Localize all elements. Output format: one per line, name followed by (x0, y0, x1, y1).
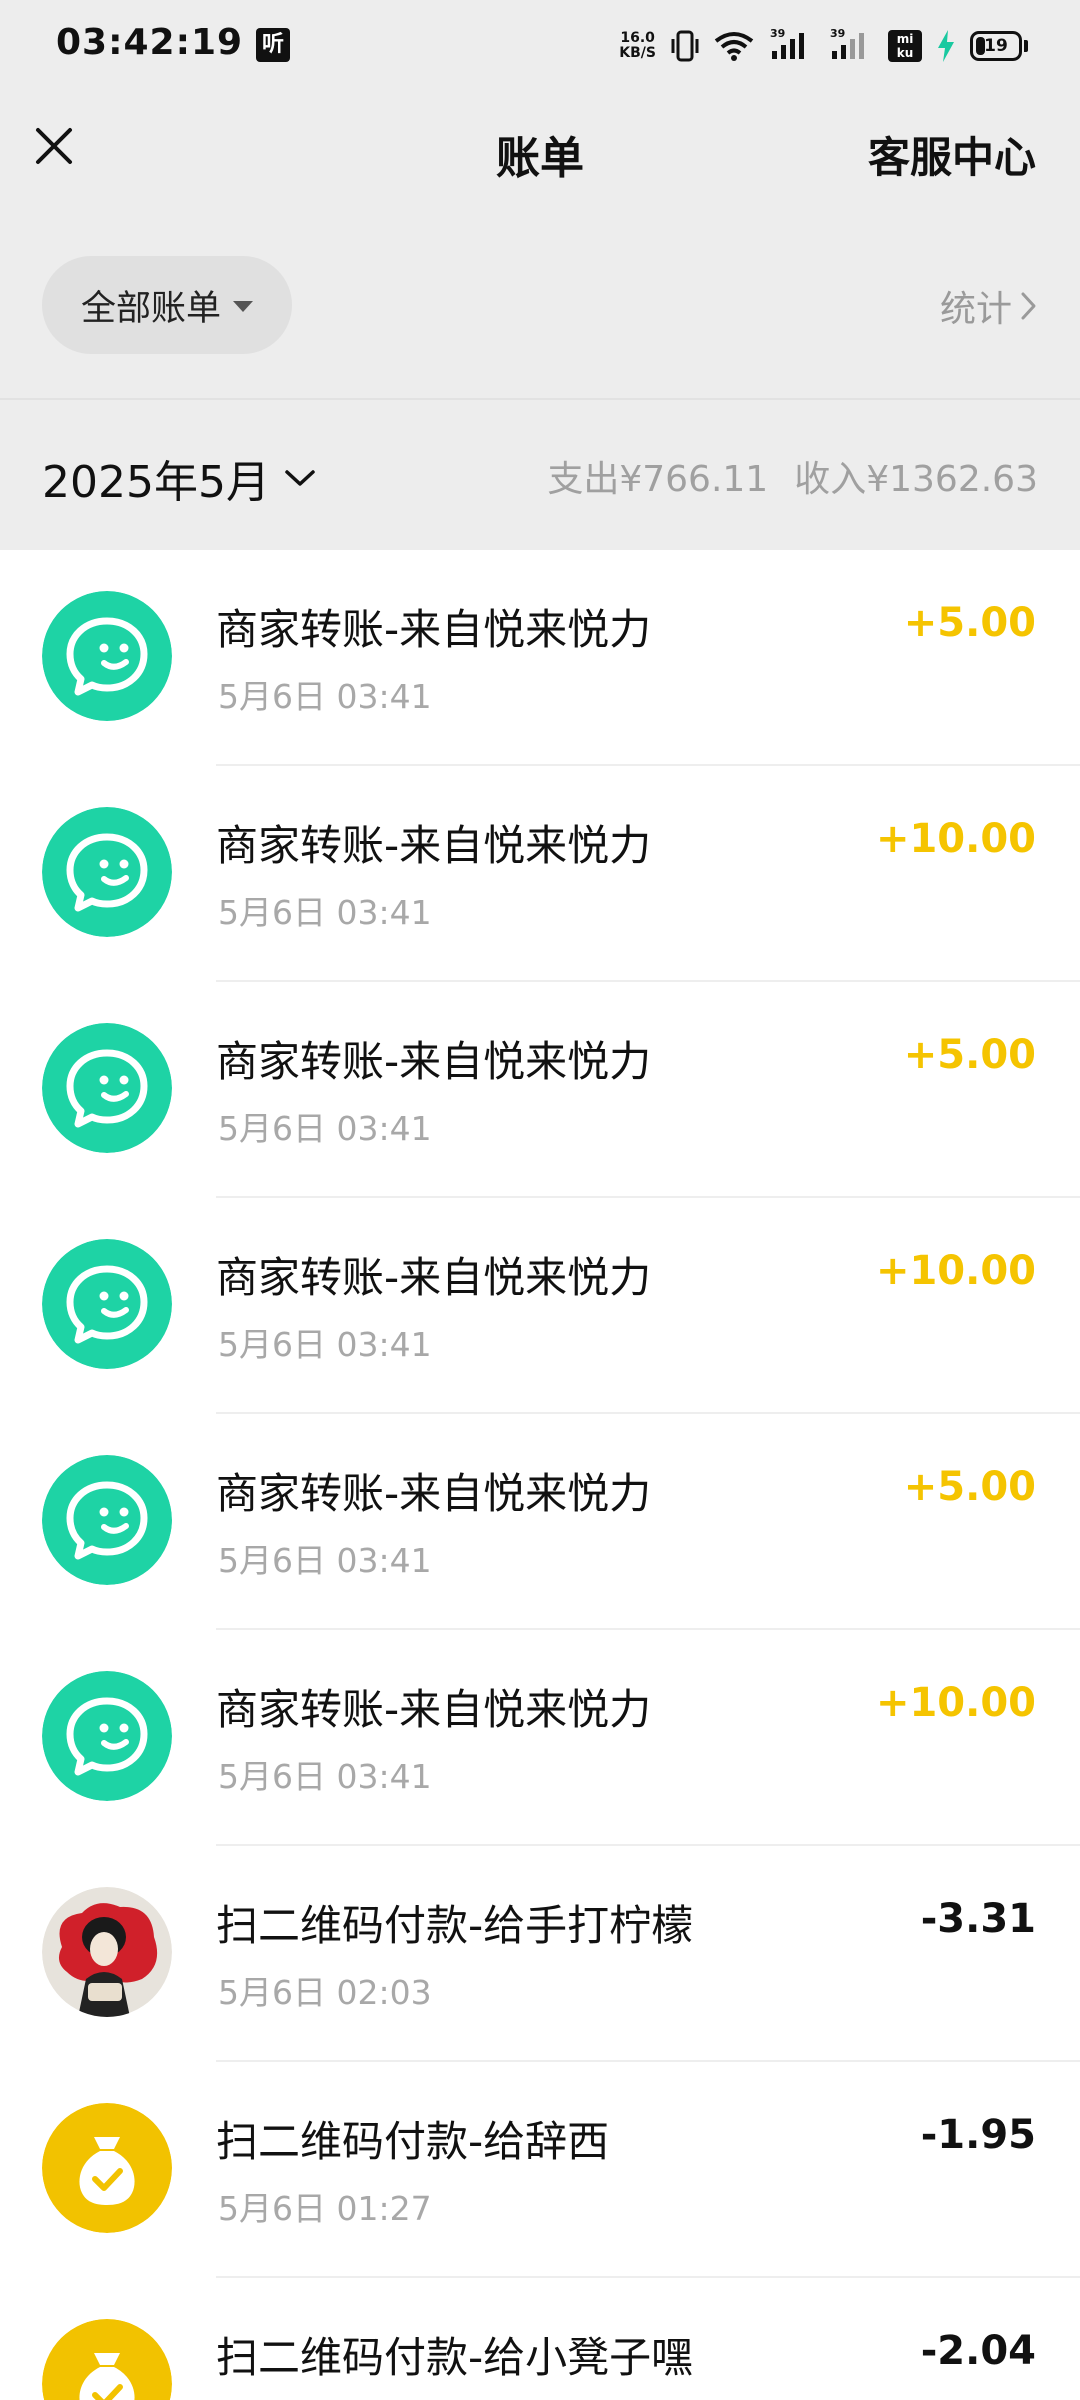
money-bag-icon (42, 2319, 172, 2400)
money-bag-icon (42, 2103, 172, 2233)
bill-time: 5月6日 03:41 (218, 677, 432, 716)
wechat-bubble-icon (42, 1023, 172, 1153)
income-total: 收入¥1362.63 (794, 459, 1038, 500)
battery-text: 19 (984, 36, 1008, 56)
customer-service-button[interactable]: 客服中心 (868, 124, 1036, 185)
bill-title: 商家转账-来自悦来悦力 (216, 821, 652, 870)
bill-time: 5月6日 03:41 (218, 1757, 432, 1796)
merchant-avatar-icon (42, 1887, 172, 2017)
bill-title: 扫二维码付款-给手打柠檬 (216, 1901, 694, 1950)
status-icons: 16.0 KB/S 39 39 mi ku 19 (619, 24, 1028, 68)
bill-time: 5月6日 01:27 (218, 2189, 432, 2228)
vibrate-icon (671, 30, 699, 62)
filter-label: 全部账单 (80, 288, 221, 329)
app-notification-icon: 听 (256, 28, 290, 62)
svg-text:39: 39 (830, 27, 845, 40)
svg-text:39: 39 (770, 27, 785, 40)
bill-item[interactable]: 商家转账-来自悦来悦力 5月6日 03:41 +10.00 (0, 1198, 1080, 1414)
bill-amount: +5.00 (903, 1464, 1036, 1510)
bill-title: 商家转账-来自悦来悦力 (216, 1469, 652, 1518)
bill-time: 5月6日 03:41 (218, 893, 432, 932)
bill-item[interactable]: 商家转账-来自悦来悦力 5月6日 03:41 +5.00 (0, 982, 1080, 1198)
month-summary: 支出¥766.11 收入¥1362.63 (547, 450, 1038, 502)
bill-title: 商家转账-来自悦来悦力 (216, 1253, 652, 1302)
header: 账单 客服中心 (0, 92, 1080, 212)
bill-title: 商家转账-来自悦来悦力 (216, 1685, 652, 1734)
bill-time: 5月6日 03:41 (218, 1325, 432, 1364)
bill-item[interactable]: 商家转账-来自悦来悦力 5月6日 03:41 +10.00 (0, 766, 1080, 982)
bill-title: 商家转账-来自悦来悦力 (216, 1037, 652, 1086)
bill-amount: +10.00 (875, 816, 1036, 862)
wechat-bubble-icon (42, 591, 172, 721)
wechat-bubble-icon (42, 1671, 172, 1801)
stats-link[interactable]: 统计 (940, 280, 1038, 332)
bill-item[interactable]: 商家转账-来自悦来悦力 5月6日 03:41 +5.00 (0, 550, 1080, 766)
filter-row: 全部账单 统计 (0, 212, 1080, 398)
stats-label: 统计 (939, 289, 1012, 330)
month-selector[interactable]: 2025年5月 (42, 446, 316, 510)
signal-icon: 39 (830, 27, 864, 59)
bill-item[interactable]: 商家转账-来自悦来悦力 5月6日 03:41 +5.00 (0, 1414, 1080, 1630)
month-row: 2025年5月 支出¥766.11 收入¥1362.63 (0, 400, 1080, 550)
net-speed: 16.0 KB/S (619, 30, 656, 61)
bill-title: 商家转账-来自悦来悦力 (216, 605, 652, 654)
month-label: 2025年5月 (42, 457, 270, 508)
signal-sim2: 39 (828, 27, 874, 65)
bill-title: 扫二维码付款-给小凳子嘿 (216, 2333, 694, 2382)
bill-amount: -2.04 (920, 2328, 1036, 2374)
bill-item[interactable]: 扫二维码付款-给小凳子嘿 -2.04 (0, 2278, 1080, 2400)
bill-filter-dropdown[interactable]: 全部账单 (42, 256, 292, 354)
bill-item[interactable]: 扫二维码付款-给辞西 5月6日 01:27 -1.95 (0, 2062, 1080, 2278)
status-bar: 03:42:19 听 16.0 KB/S 39 39 mi ku 19 (0, 0, 1080, 92)
status-time: 03:42:19 (56, 22, 244, 63)
bill-time: 5月6日 02:03 (218, 1973, 432, 2012)
bill-amount: +5.00 (903, 1032, 1036, 1078)
bill-amount: +10.00 (875, 1248, 1036, 1294)
caret-down-icon (233, 300, 253, 312)
bill-time: 5月6日 03:41 (218, 1541, 432, 1580)
wechat-bubble-icon (42, 1455, 172, 1585)
wifi-icon (714, 32, 754, 61)
bill-amount: -1.95 (920, 2112, 1036, 2158)
signal-icon: 39 (770, 27, 804, 59)
chevron-right-icon (1021, 292, 1036, 320)
bill-item[interactable]: 商家转账-来自悦来悦力 5月6日 03:41 +10.00 (0, 1630, 1080, 1846)
chevron-down-icon (285, 470, 315, 486)
bill-amount: +5.00 (903, 600, 1036, 646)
expense-total: 支出¥766.11 (547, 459, 769, 500)
signal-sim1: 39 (768, 27, 814, 65)
battery-cap (1024, 40, 1028, 52)
bill-amount: -3.31 (920, 1896, 1036, 1942)
wechat-bubble-icon (42, 1239, 172, 1369)
charging-icon (938, 30, 954, 62)
bill-amount: +10.00 (875, 1680, 1036, 1726)
bill-time: 5月6日 03:41 (218, 1109, 432, 1148)
bill-list: 商家转账-来自悦来悦力 5月6日 03:41 +5.00 商家转账-来自悦来悦力 5月6… (0, 550, 1080, 2400)
wechat-bubble-icon (42, 807, 172, 937)
bill-item[interactable]: 扫二维码付款-给手打柠檬 5月6日 02:03 -3.31 (0, 1846, 1080, 2062)
bill-title: 扫二维码付款-给辞西 (216, 2117, 610, 2166)
sim-card-icon: mi ku (888, 30, 922, 62)
battery-icon: 19 (970, 31, 1022, 61)
